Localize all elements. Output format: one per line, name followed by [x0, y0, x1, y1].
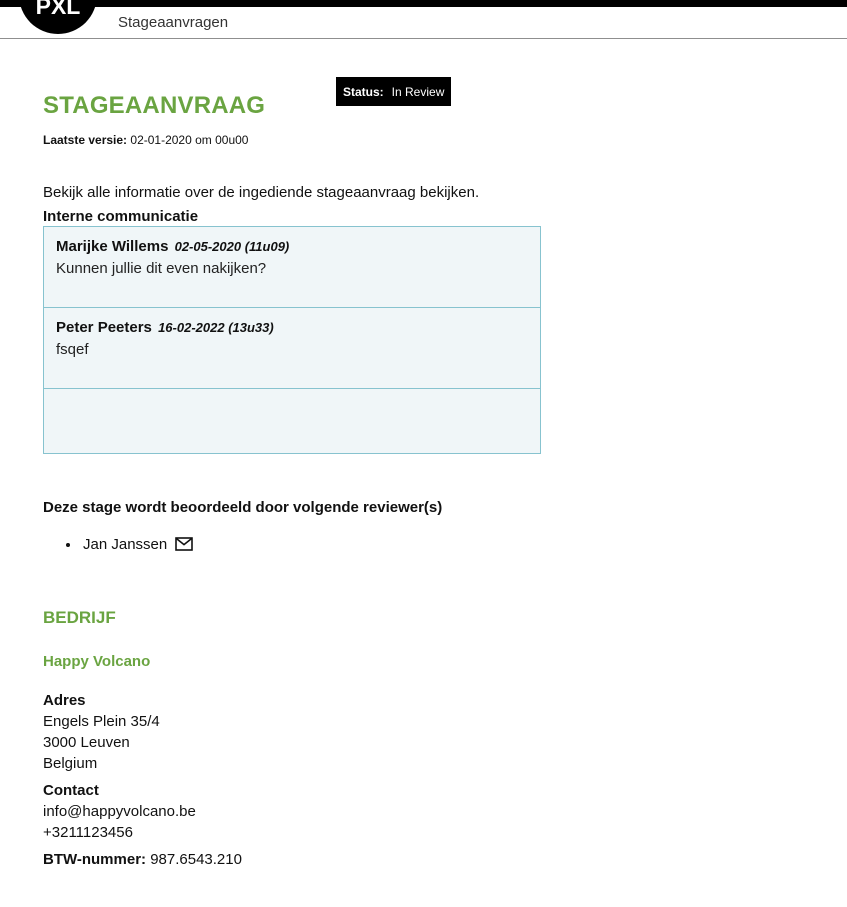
latest-version: Laatste versie: 02-01-2020 om 00u00 — [43, 133, 248, 147]
address-line: Belgium — [43, 755, 98, 772]
main-content: STAGEAANVRAAG Status: In Review Laatste … — [43, 76, 803, 868]
version-label: Laatste versie: — [43, 133, 128, 147]
company-section: BEDRIJF Happy Volcano Adres Engels Plein… — [43, 608, 242, 868]
vat-value: 987.6543.210 — [150, 851, 242, 868]
contact-phone[interactable]: +3211123456 — [43, 824, 242, 841]
bullet-icon — [66, 543, 70, 547]
contact-label: Contact — [43, 782, 99, 799]
intro-text: Bekijk alle informatie over de ingediend… — [43, 184, 480, 201]
reviewers-title: Deze stage wordt beoordeeld door volgend… — [43, 499, 443, 516]
company-name: Happy Volcano — [43, 653, 151, 670]
vat-label: BTW-nummer: — [43, 851, 147, 868]
version-value: 02-01-2020 om 00u00 — [130, 133, 249, 147]
status-value: In Review — [391, 84, 445, 99]
title-row: STAGEAANVRAAG Status: In Review — [43, 76, 803, 119]
comment-item: Peter Peeters 16-02-2022 (13u33) fsqef — [44, 308, 540, 389]
comment-header: Peter Peeters 16-02-2022 (13u33) — [56, 319, 528, 336]
contact-email[interactable]: info@happyvolcano.be — [43, 803, 242, 820]
comment-date: 16-02-2022 (13u33) — [158, 320, 274, 335]
address-label: Adres — [43, 692, 86, 709]
vat-number-row: BTW-nummer: 987.6543.210 — [43, 851, 242, 868]
comment-text: fsqef — [56, 341, 89, 358]
empty-comment-slot — [44, 389, 540, 453]
comment-author: Peter Peeters — [56, 319, 152, 336]
app-title[interactable]: Stageaanvragen — [118, 14, 228, 31]
internal-communication-title: Interne communicatie — [43, 208, 199, 225]
address-line: 3000 Leuven — [43, 734, 130, 751]
reviewer-name: Jan Janssen — [83, 535, 168, 553]
mail-icon[interactable] — [175, 537, 194, 551]
page-title: STAGEAANVRAAG — [43, 92, 266, 120]
address-line: Engels Plein 35/4 — [43, 713, 160, 730]
comment-text: Kunnen jullie dit even nakijken? — [56, 260, 267, 277]
top-bar — [0, 0, 847, 7]
status-label: Status: — [343, 84, 384, 99]
reviewers-list: Jan Janssen — [43, 534, 194, 554]
subheader: Stageaanvragen — [0, 7, 847, 39]
reviewer-item: Jan Janssen — [43, 534, 194, 554]
comment-author: Marijke Willems — [56, 238, 169, 255]
internal-communication-box: Marijke Willems 02-05-2020 (11u09) Kunne… — [43, 226, 541, 454]
company-section-title: BEDRIJF — [43, 608, 116, 627]
status-badge: Status: In Review — [336, 77, 452, 106]
comment-header: Marijke Willems 02-05-2020 (11u09) — [56, 238, 528, 255]
comment-date: 02-05-2020 (11u09) — [174, 239, 290, 254]
comment-item: Marijke Willems 02-05-2020 (11u09) Kunne… — [44, 227, 540, 308]
